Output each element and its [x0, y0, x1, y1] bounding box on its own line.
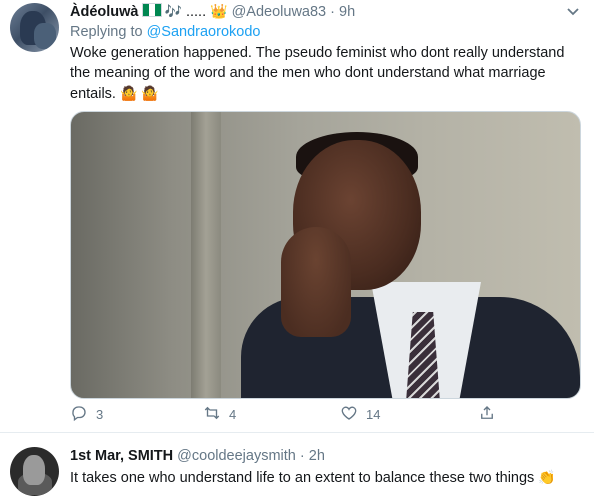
replying-to-handle[interactable]: @Sandraorokodo — [147, 24, 261, 40]
tweet-header: Àdéoluwà 🎶 ..... 👑 @Adeoluwa83 · 9h — [70, 1, 355, 22]
tweet-card[interactable]: Àdéoluwà 🎶 ..... 👑 @Adeoluwa83 · 9h Replyi… — [0, 0, 594, 433]
avatar[interactable] — [10, 447, 59, 496]
avatar[interactable] — [10, 3, 59, 52]
tweet-actions: 3 4 14 — [70, 404, 570, 426]
separator-dot: · — [330, 4, 335, 20]
retweet-icon — [203, 404, 221, 425]
tweet-header: 1st Mar, SMITH @cooldeejaysmith · 2h — [70, 446, 325, 466]
replying-to-line: Replying to @Sandraorokodo — [70, 22, 260, 42]
chevron-down-icon[interactable] — [566, 6, 580, 20]
name-dots: ..... — [185, 4, 207, 20]
share-icon — [478, 404, 496, 425]
share-button[interactable] — [478, 404, 496, 425]
reply-icon — [70, 404, 88, 425]
tweet-media-image[interactable] — [70, 111, 581, 399]
user-handle[interactable]: @cooldeejaysmith — [177, 448, 296, 464]
retweet-button[interactable]: 4 — [203, 404, 236, 425]
timestamp[interactable]: 9h — [339, 4, 355, 20]
tweet-body: It takes one who understand life to an e… — [70, 470, 535, 486]
reply-button[interactable]: 3 — [70, 404, 103, 425]
replying-to-label: Replying to — [70, 24, 143, 40]
like-count: 14 — [366, 407, 381, 422]
timestamp[interactable]: 2h — [309, 448, 325, 464]
retweet-count: 4 — [229, 407, 237, 422]
heart-icon — [340, 404, 358, 425]
clapping-hands-emoji-icon: 👏 — [538, 469, 556, 485]
tweet-text: It takes one who understand life to an e… — [70, 467, 556, 488]
like-button[interactable]: 14 — [340, 404, 380, 425]
display-name[interactable]: 1st Mar, SMITH — [70, 448, 173, 464]
reply-count: 3 — [96, 407, 104, 422]
display-name[interactable]: Àdéoluwà — [70, 4, 138, 20]
crown-icon: 👑 — [210, 3, 228, 19]
music-notes-icon: 🎶 — [164, 3, 182, 19]
shrug-emoji-icon: 🤷 🤷 — [119, 85, 159, 101]
tweet-text: Woke generation happened. The pseudo fem… — [70, 43, 580, 104]
nigeria-flag-icon — [142, 3, 163, 17]
user-handle[interactable]: @Adeoluwa83 — [232, 4, 327, 20]
separator-dot: · — [299, 448, 305, 464]
